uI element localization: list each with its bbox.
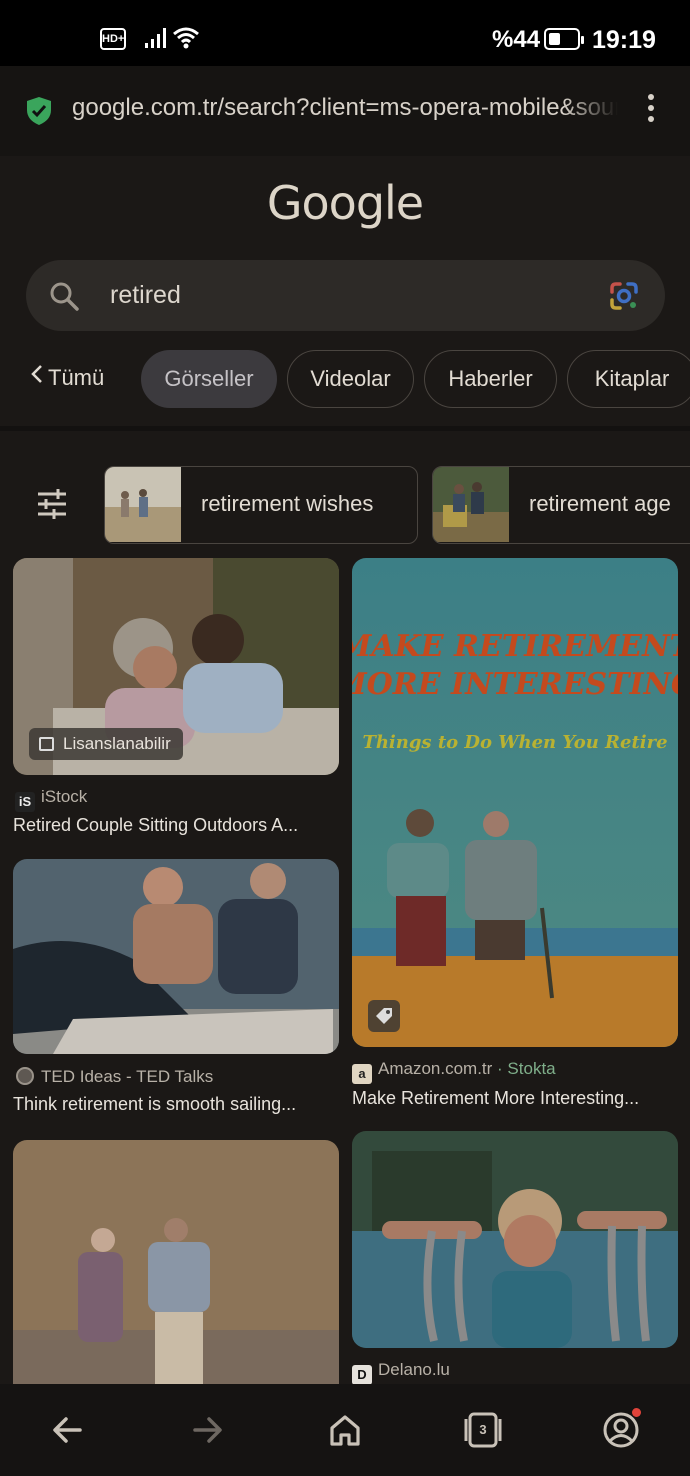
filter-row: retirement wishes retirement age xyxy=(0,466,690,544)
tab-count: 3 xyxy=(479,1422,487,1437)
image-result-card[interactable]: TED Ideas - TED Talks Think retirement i… xyxy=(13,859,339,1121)
result-image[interactable] xyxy=(13,1140,339,1384)
status-bar: HD+ %44 19:19 xyxy=(0,0,690,66)
search-icon[interactable] xyxy=(48,280,80,312)
search-query[interactable]: retired xyxy=(110,281,181,310)
result-image[interactable]: Lisanslanabilir xyxy=(13,558,339,775)
filter-chip-retirement-age[interactable]: retirement age xyxy=(432,466,690,544)
poster-title-line-2: MORE INTERESTING xyxy=(352,667,678,702)
filter-chip-retirement-wishes[interactable]: retirement wishes xyxy=(104,466,418,544)
tab-news[interactable]: Haberler xyxy=(424,350,557,408)
home-icon xyxy=(330,1415,360,1446)
address-bar[interactable]: google.com.tr/search?client=ms-opera-mob… xyxy=(0,66,690,156)
globe-icon xyxy=(16,1067,34,1085)
home-button[interactable] xyxy=(325,1410,365,1450)
product-tag-icon xyxy=(368,1000,400,1032)
stock-status: · Stokta xyxy=(497,1059,556,1078)
hd-voice-icon: HD+ xyxy=(100,28,126,50)
image-result-card[interactable]: D Delano.lu xyxy=(352,1131,678,1385)
result-source: D Delano.lu xyxy=(352,1360,450,1385)
image-result-card[interactable]: MAKE RETIREMENT MORE INTERESTING Things … xyxy=(352,558,678,1118)
search-tabs: Tümü Görseller Videolar Haberler Kitapla… xyxy=(0,350,690,410)
tab-books[interactable]: Kitaplar xyxy=(567,350,690,408)
license-badge: Lisanslanabilir xyxy=(29,728,183,760)
image-result-card[interactable] xyxy=(13,1140,339,1384)
result-image[interactable] xyxy=(352,1131,678,1348)
battery-icon xyxy=(544,28,584,50)
google-logo[interactable]: Google xyxy=(0,176,690,230)
image-result-card[interactable]: Lisanslanabilir iS iStock Retired Couple … xyxy=(13,558,339,843)
result-title[interactable]: Retired Couple Sitting Outdoors A... xyxy=(13,815,298,836)
chip-thumbnail xyxy=(105,467,181,542)
signal-icon xyxy=(145,28,166,48)
tabs-button[interactable]: 3 xyxy=(463,1410,503,1450)
wifi-icon xyxy=(173,27,199,49)
google-lens-icon[interactable] xyxy=(608,280,640,312)
clock: 19:19 xyxy=(592,26,656,54)
search-input[interactable]: retired xyxy=(26,260,665,331)
tab-images[interactable]: Görseller xyxy=(141,350,277,408)
arrow-right-icon xyxy=(193,1417,222,1443)
poster-title-line-1: MAKE RETIREMENT xyxy=(352,629,678,664)
result-title[interactable]: Make Retirement More Interesting... xyxy=(352,1088,639,1109)
forward-button[interactable] xyxy=(187,1410,227,1450)
image-icon xyxy=(39,737,54,751)
result-source: a Amazon.com.tr · Stokta xyxy=(352,1059,556,1084)
secure-shield-icon xyxy=(27,97,51,125)
browser-menu-button[interactable] xyxy=(640,94,662,126)
result-source: iS iStock xyxy=(15,787,87,812)
poster-subtitle: Things to Do When You Retire xyxy=(362,732,667,753)
browser-nav-bar: 3 xyxy=(0,1384,690,1476)
arrow-left-icon xyxy=(53,1417,82,1443)
result-title[interactable]: Think retirement is smooth sailing... xyxy=(13,1094,296,1115)
tab-videos[interactable]: Videolar xyxy=(287,350,414,408)
amazon-icon: a xyxy=(352,1064,372,1084)
tune-filter-icon[interactable] xyxy=(36,488,68,520)
divider xyxy=(0,426,690,431)
delano-icon: D xyxy=(352,1365,372,1385)
url-text[interactable]: google.com.tr/search?client=ms-opera-mob… xyxy=(72,94,618,122)
account-button[interactable] xyxy=(601,1408,641,1450)
chip-thumbnail xyxy=(433,467,509,542)
notification-dot xyxy=(632,1408,641,1417)
chevron-left-icon xyxy=(31,365,42,383)
result-source: TED Ideas - TED Talks xyxy=(15,1066,213,1087)
result-image[interactable]: MAKE RETIREMENT MORE INTERESTING Things … xyxy=(352,558,678,1047)
back-button[interactable] xyxy=(48,1410,88,1450)
tab-all[interactable]: Tümü xyxy=(30,350,120,408)
result-image[interactable] xyxy=(13,859,339,1054)
istock-icon: iS xyxy=(15,792,35,812)
battery-percentage: %44 xyxy=(492,26,541,53)
